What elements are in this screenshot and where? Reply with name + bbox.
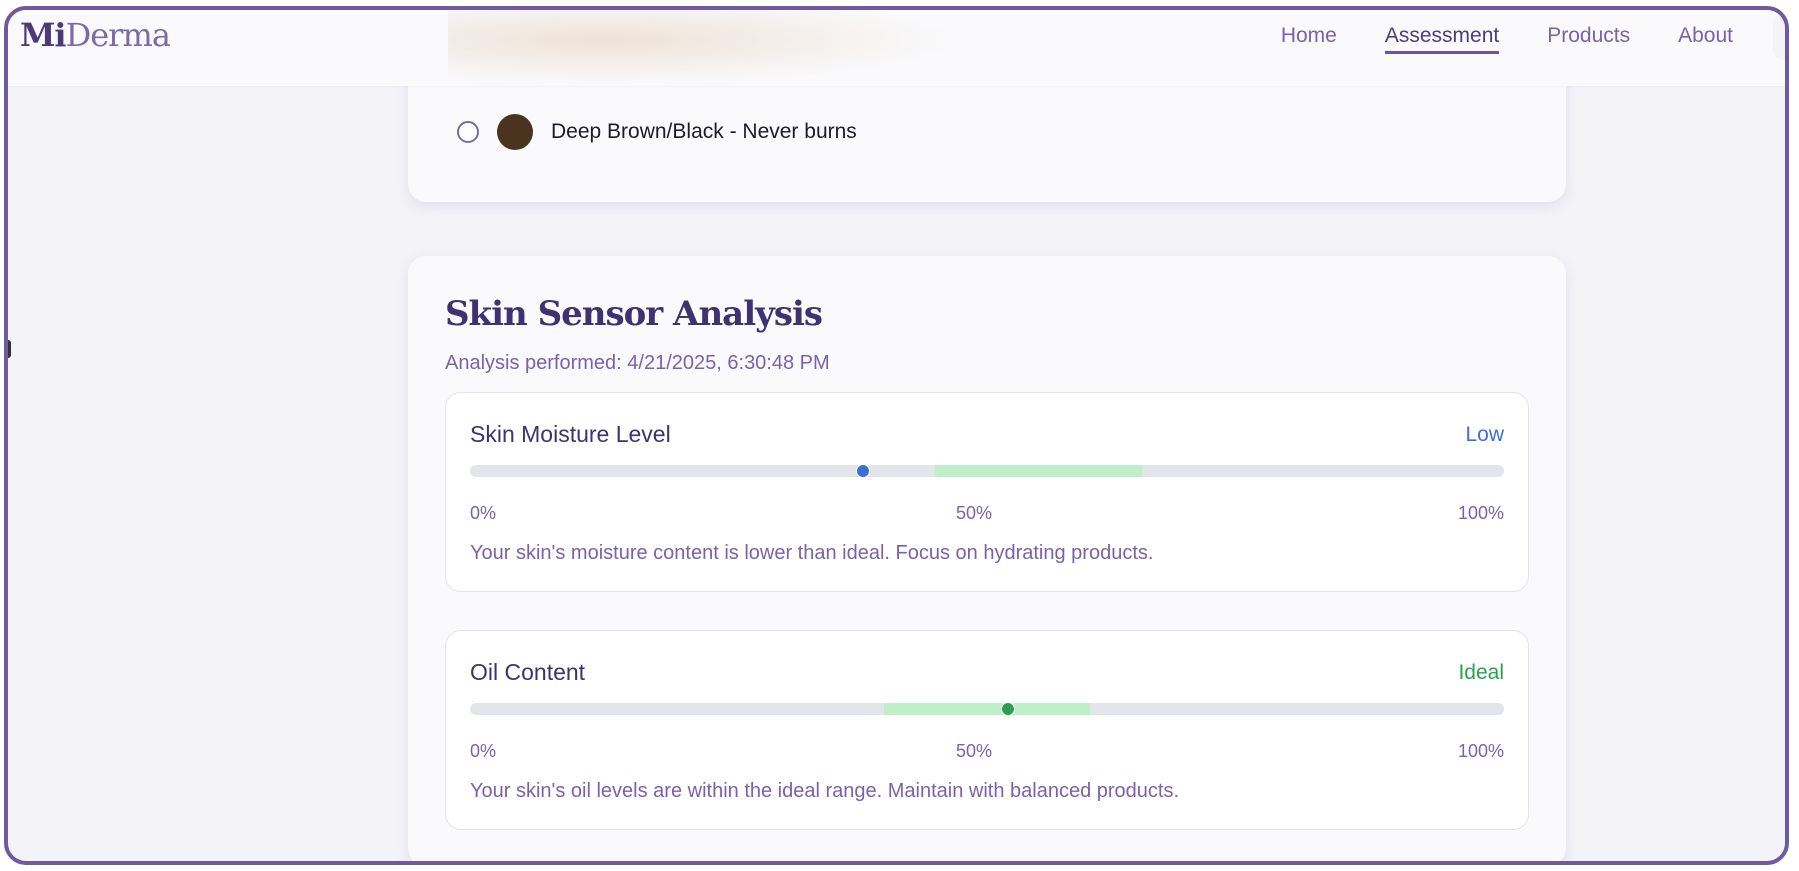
logo[interactable]: MiDerma bbox=[20, 16, 171, 54]
skin-tone-swatch bbox=[497, 114, 533, 150]
top-header: MiDerma Home Assessment Products About bbox=[8, 10, 1785, 86]
skin-type-label: Deep Brown/Black - Never burns bbox=[551, 120, 857, 143]
oil-metric-panel: Oil Content Ideal 0% 50% 100% Your skin'… bbox=[445, 630, 1529, 830]
skin-type-option[interactable]: Deep Brown/Black - Never burns bbox=[457, 114, 857, 150]
value-marker bbox=[1000, 702, 1015, 716]
moisture-track bbox=[470, 464, 1504, 478]
sensor-analysis-card: Skin Sensor Analysis Analysis performed:… bbox=[408, 256, 1566, 861]
metric-status: Low bbox=[1465, 423, 1504, 446]
tick-max: 100% bbox=[1457, 741, 1504, 761]
tick-min: 0% bbox=[470, 503, 497, 523]
metric-status: Ideal bbox=[1458, 661, 1504, 684]
nav-assessment[interactable]: Assessment bbox=[1384, 24, 1500, 54]
tick-mid: 50% bbox=[956, 503, 993, 523]
logo-derma: Derma bbox=[65, 16, 171, 54]
ideal-range-band bbox=[935, 465, 1143, 477]
metric-name: Oil Content bbox=[470, 659, 586, 685]
metric-description: Your skin's moisture content is lower th… bbox=[470, 542, 1154, 564]
tick-min: 0% bbox=[470, 741, 497, 761]
skin-type-radio[interactable] bbox=[457, 121, 479, 143]
analysis-timestamp: Analysis performed: 4/21/2025, 6:30:48 P… bbox=[445, 352, 830, 374]
main-nav: Home Assessment Products About bbox=[1281, 24, 1733, 54]
value-marker bbox=[855, 464, 870, 478]
edge-marker bbox=[8, 340, 11, 358]
app-frame: MiDerma Home Assessment Products About D… bbox=[4, 6, 1789, 865]
tick-max: 100% bbox=[1457, 503, 1504, 523]
metric-name: Skin Moisture Level bbox=[470, 421, 671, 447]
metric-description: Your skin's oil levels are within the id… bbox=[470, 780, 1180, 802]
moisture-metric-panel: Skin Moisture Level Low 0% 50% 100% Your… bbox=[445, 392, 1529, 592]
nav-about[interactable]: About bbox=[1678, 24, 1733, 54]
nav-products[interactable]: Products bbox=[1547, 24, 1630, 54]
nav-home[interactable]: Home bbox=[1281, 24, 1337, 54]
oil-track bbox=[470, 702, 1504, 716]
analysis-title: Skin Sensor Analysis bbox=[445, 294, 823, 334]
logo-mi: Mi bbox=[20, 16, 67, 54]
ideal-range-band bbox=[883, 703, 1091, 715]
tick-mid: 50% bbox=[956, 741, 993, 761]
